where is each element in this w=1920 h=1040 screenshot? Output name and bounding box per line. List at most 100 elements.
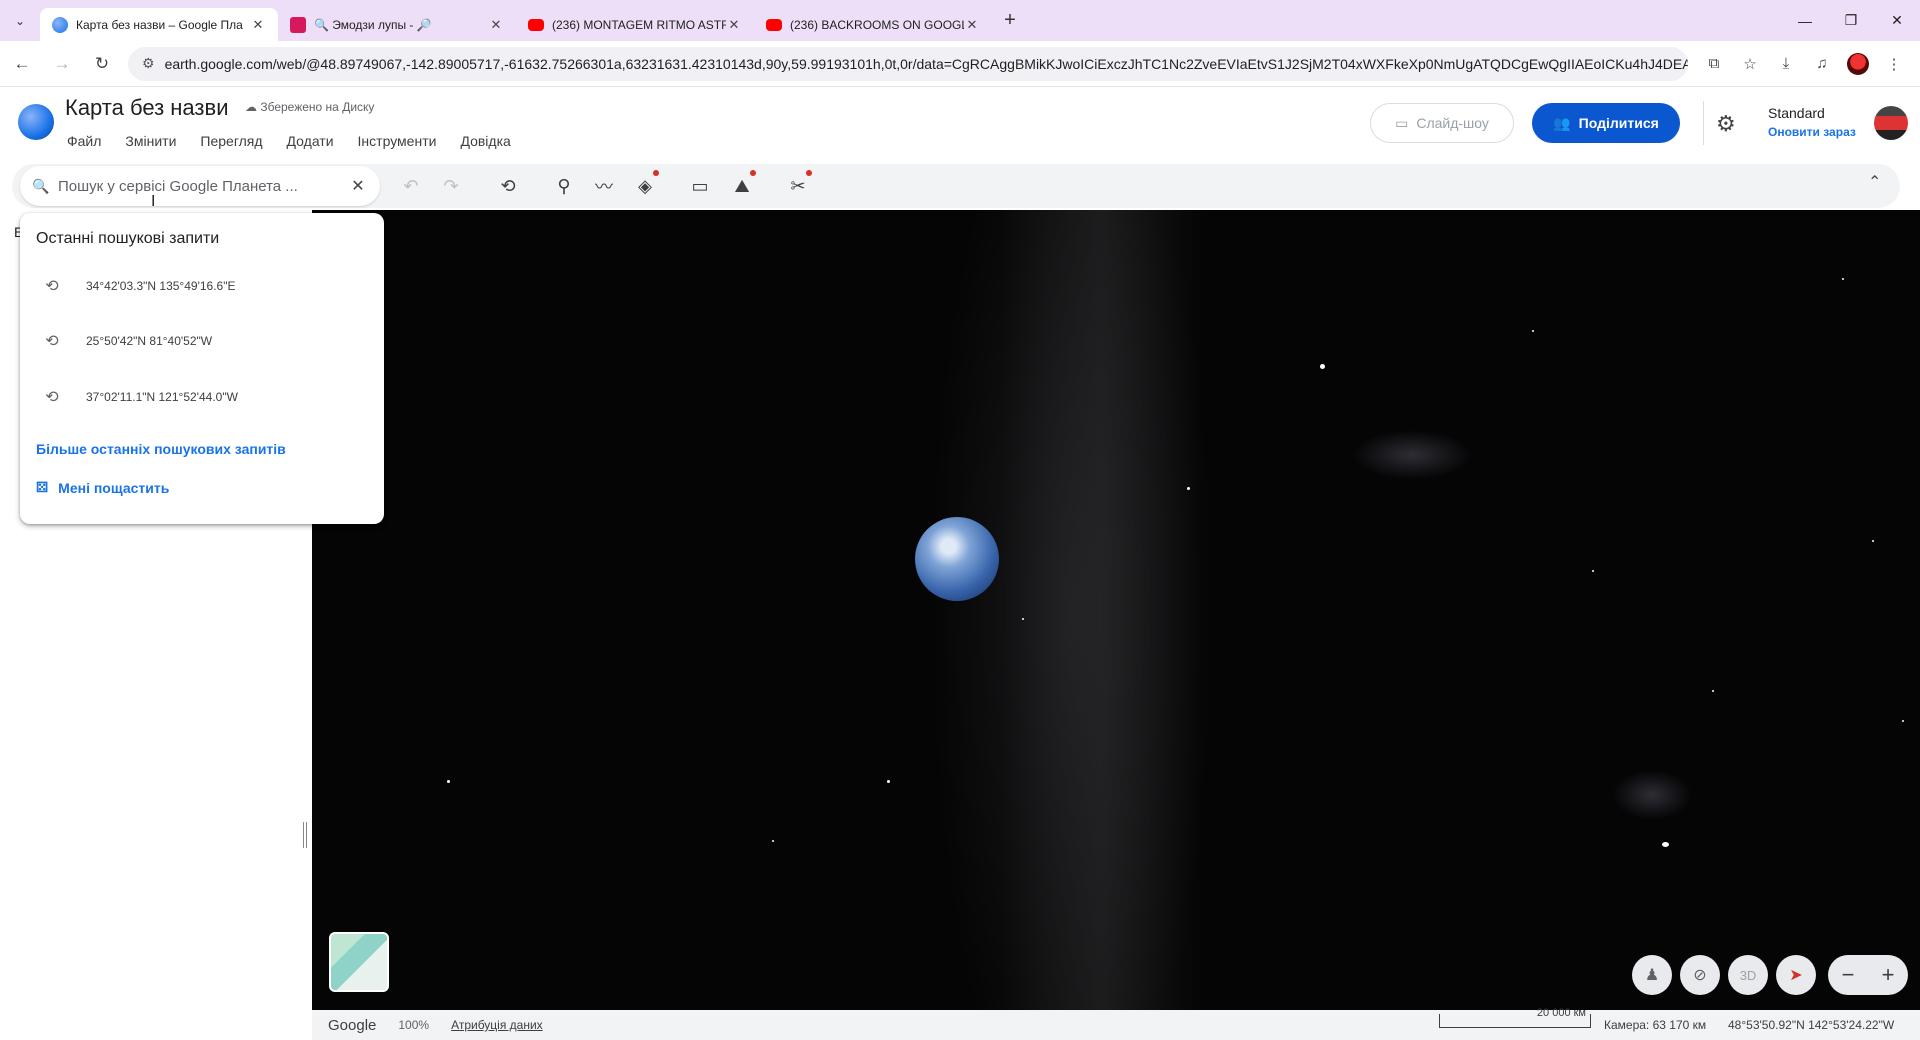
reset-tilt-icon[interactable]: ⊘	[1680, 955, 1720, 995]
search-icon: 🔍	[32, 177, 50, 194]
redo-icon[interactable]: ↷	[437, 172, 465, 200]
star	[772, 840, 774, 842]
menu-tools[interactable]: Інструменти	[358, 133, 437, 149]
star	[1592, 570, 1594, 572]
measure-ruler-icon[interactable]: ▭	[686, 172, 714, 200]
slideshow-button[interactable]: ▭ Слайд-шоу	[1370, 103, 1514, 143]
data-attribution-link[interactable]: Атрибуція даних	[451, 1018, 543, 1032]
collapse-chevron-up-icon[interactable]: ⌃	[1868, 172, 1881, 192]
new-badge	[806, 170, 812, 176]
star	[1022, 618, 1024, 620]
menu-file[interactable]: Файл	[67, 133, 101, 149]
close-tab-icon[interactable]: ✕	[250, 17, 266, 33]
update-now-link[interactable]: Оновити зараз	[1768, 125, 1856, 139]
pegman-icon[interactable]: ♟	[1632, 955, 1672, 995]
recent-search-item[interactable]: ⟲ 25°50'42"N 81°40'52"W	[36, 321, 366, 361]
map-style-thumbnail[interactable]	[329, 932, 389, 992]
star	[1187, 487, 1190, 490]
install-app-icon[interactable]: ⧉	[1696, 46, 1732, 82]
undo-icon[interactable]: ↶	[397, 172, 425, 200]
saved-status: ☁ Збережено на Диску	[245, 100, 374, 114]
recent-searches-dropdown: Останні пошукові запити ⟲ 34°42'03.3"N 1…	[20, 213, 384, 524]
back-icon[interactable]: ←	[4, 46, 40, 82]
recent-search-item[interactable]: ⟲ 37°02'11.1"N 121°52'44.0"W	[36, 377, 366, 417]
earth-toolstrip: 🔍 ✕ ↶ ↷ ⟲ ⚲ 〰 ◈ ▭ ⛰ ✂ ⌃	[0, 160, 1920, 210]
settings-gear-icon[interactable]: ⚙	[1716, 111, 1736, 137]
tab-youtube-2[interactable]: (236) BACKROOMS ON GOOGL ✕	[754, 8, 992, 41]
new-tab-icon[interactable]: +	[992, 9, 1028, 32]
sidebar-resize-handle[interactable]	[303, 822, 307, 848]
address-bar[interactable]: ⚙ earth.google.com/web/@48.89749067,-142…	[128, 46, 1688, 81]
divider	[1703, 101, 1704, 145]
profile-icon[interactable]	[1840, 46, 1876, 82]
search-input[interactable]	[58, 177, 348, 195]
browser-menu-icon[interactable]: ⋮	[1876, 46, 1912, 82]
add-placemark-icon[interactable]: ⚲	[550, 172, 578, 200]
text-cursor-icon: I	[151, 193, 156, 210]
feeling-lucky-link[interactable]: ⚄ Мені пощастить	[36, 479, 169, 496]
history-icon: ⟲	[45, 278, 59, 295]
menu-edit[interactable]: Змінити	[125, 133, 176, 149]
feeling-lucky-label: Мені пощастить	[58, 479, 170, 496]
tab-youtube-1[interactable]: (236) MONTAGEM RITMO ASTR ✕	[516, 8, 754, 41]
site-info-icon[interactable]: ⚙	[142, 55, 155, 72]
menu-view[interactable]: Перегляд	[200, 133, 262, 149]
toggle-3d-button[interactable]: 3D	[1728, 955, 1768, 995]
browser-toolbar: ← → ↻ ⚙ earth.google.com/web/@48.8974906…	[0, 41, 1920, 87]
menu-bar: Файл Змінити Перегляд Додати Інструменти…	[67, 133, 511, 149]
close-tab-icon[interactable]: ✕	[964, 17, 980, 33]
google-wordmark: Google	[328, 1016, 377, 1034]
earth-globe[interactable]	[915, 517, 999, 601]
account-avatar[interactable]	[1874, 106, 1908, 140]
star	[887, 780, 890, 783]
scale-bar[interactable]: 20 000 км	[1439, 1008, 1591, 1028]
url-text: earth.google.com/web/@48.89749067,-142.8…	[164, 55, 1688, 72]
tab-emoji[interactable]: 🔍 Эмодзи лупы - 🔎 ✕	[278, 8, 516, 41]
minimize-icon[interactable]: —	[1782, 0, 1828, 41]
earth-header: Карта без назви ☁ Збережено на Диску Фай…	[0, 87, 1920, 160]
close-tab-icon[interactable]: ✕	[488, 17, 504, 33]
menu-help[interactable]: Довідка	[460, 133, 510, 149]
tab-search-chevron-icon[interactable]: ⌄	[0, 0, 40, 41]
camera-altitude: Камера: 63 170 км	[1604, 1018, 1707, 1032]
milky-way-band	[1002, 210, 1202, 1010]
more-recent-searches-link[interactable]: Більше останніх пошукових запитів	[36, 441, 286, 457]
recent-search-text: 34°42'03.3"N 135°49'16.6"E	[86, 279, 236, 293]
window-controls: — ❐ ✕	[1782, 0, 1920, 41]
tab-title: Карта без назви – Google Пла	[76, 17, 243, 32]
youtube-icon	[766, 18, 782, 31]
media-control-icon[interactable]: ♫	[1804, 46, 1840, 82]
forward-icon[interactable]: →	[44, 46, 80, 82]
share-button[interactable]: 👥 Поділитися	[1532, 103, 1680, 143]
data-tools-icon[interactable]: ✂	[784, 170, 812, 200]
map-title[interactable]: Карта без назви	[65, 95, 229, 121]
history-icon: ⟲	[45, 389, 59, 406]
compass-icon[interactable]: ➤	[1776, 955, 1816, 995]
google-earth-logo[interactable]	[18, 104, 54, 140]
history-icon: ⟲	[45, 333, 59, 350]
slideshow-icon: ▭	[1395, 114, 1409, 131]
recent-search-text: 37°02'11.1"N 121°52'44.0"W	[86, 390, 238, 404]
historical-imagery-icon[interactable]: ⟲	[494, 172, 522, 200]
globe-view[interactable]	[312, 210, 1920, 1010]
add-path-icon[interactable]: 〰	[590, 172, 618, 200]
clear-search-icon[interactable]: ✕	[348, 176, 368, 196]
tab-google-earth[interactable]: Карта без назви – Google Пла ✕	[40, 8, 278, 41]
star	[1532, 330, 1534, 332]
new-badge	[750, 170, 756, 176]
close-window-icon[interactable]: ✕	[1874, 0, 1920, 41]
menu-add[interactable]: Додати	[287, 133, 334, 149]
recent-searches-title: Останні пошукові запити	[36, 230, 220, 247]
reload-icon[interactable]: ↻	[84, 46, 120, 82]
map-layers-icon[interactable]: ◈	[631, 170, 659, 200]
recent-search-item[interactable]: ⟲ 34°42'03.3"N 135°49'16.6"E	[36, 266, 366, 306]
restore-icon[interactable]: ❐	[1828, 0, 1874, 41]
add-image-overlay-icon[interactable]: ⛰	[728, 170, 756, 200]
star	[1320, 364, 1325, 369]
zoom-out-icon[interactable]: −	[1842, 962, 1855, 988]
zoom-control: − +	[1828, 955, 1908, 995]
zoom-in-icon[interactable]: +	[1882, 962, 1895, 988]
download-icon[interactable]: ⤓	[1768, 46, 1804, 82]
close-tab-icon[interactable]: ✕	[726, 17, 742, 33]
bookmark-star-icon[interactable]: ☆	[1732, 46, 1768, 82]
